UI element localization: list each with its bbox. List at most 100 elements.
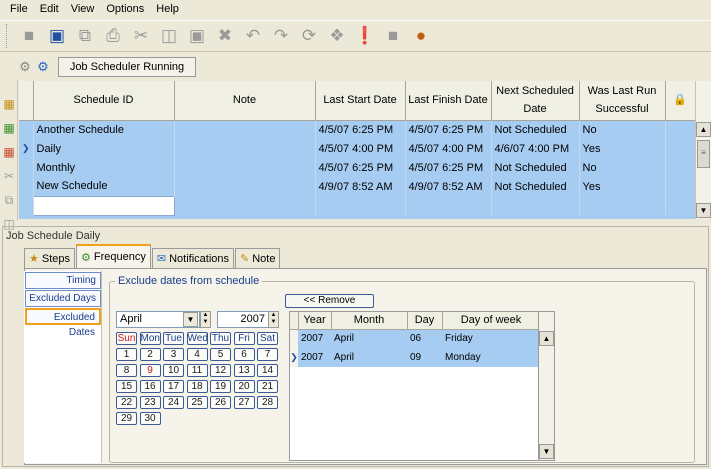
calendar-day[interactable]: 26 — [210, 396, 231, 409]
calendar-day[interactable]: 1 — [116, 348, 137, 361]
scroll-up-icon[interactable]: ▲ — [539, 331, 554, 346]
user-icon[interactable]: ● — [410, 25, 432, 47]
cut-row-icon[interactable]: ✂ — [1, 168, 17, 184]
tab-steps[interactable]: ★ Steps — [24, 248, 76, 268]
redo-icon[interactable]: ↷ — [270, 25, 292, 47]
menu-options[interactable]: Options — [100, 0, 150, 19]
undo-icon[interactable]: ↶ — [242, 25, 264, 47]
calendar-day[interactable]: 25 — [186, 396, 208, 409]
year-field[interactable]: 2007 — [217, 311, 269, 328]
cell-note[interactable] — [174, 196, 316, 215]
table-row[interactable]: 2007 April 06 Friday — [290, 329, 538, 348]
cell-next-scheduled[interactable]: Not Scheduled — [491, 158, 580, 177]
new-row[interactable] — [19, 195, 695, 216]
cell-last-finish[interactable]: 4/5/07 4:00 PM — [405, 139, 492, 158]
unlink-icon[interactable]: ❗ — [354, 25, 376, 47]
cell-month[interactable]: April — [331, 348, 407, 367]
calendar-day[interactable]: 13 — [233, 364, 255, 377]
refresh-icon[interactable]: ⟳ — [298, 25, 320, 47]
cell-note[interactable] — [174, 158, 316, 177]
tab-frequency[interactable]: ⚙ Frequency — [76, 244, 151, 268]
scroll-up-icon[interactable]: ▲ — [696, 122, 711, 137]
table-row[interactable]: Monthly 4/5/07 6:25 PM 4/5/07 6:25 PM No… — [19, 158, 695, 177]
col-year[interactable]: Year — [298, 312, 332, 330]
edit-schedule-icon[interactable]: ▦ — [1, 120, 17, 136]
table-row[interactable]: ❯ Daily 4/5/07 4:00 PM 4/5/07 4:00 PM 4/… — [19, 139, 695, 158]
menu-file[interactable]: File — [4, 0, 34, 19]
col-month[interactable]: Month — [331, 312, 408, 330]
save-icon[interactable]: ▣ — [46, 25, 68, 47]
cell-schedule-id[interactable]: Another Schedule — [33, 120, 175, 139]
cell-note[interactable] — [174, 139, 316, 158]
cell-was-successful[interactable]: No — [579, 158, 666, 177]
calendar-day[interactable]: 18 — [186, 380, 208, 393]
cell-last-finish[interactable]: 4/5/07 6:25 PM — [405, 158, 492, 177]
col-next-scheduled[interactable]: Next Scheduled Date — [491, 81, 580, 121]
settings-icon[interactable]: ■ — [382, 25, 404, 47]
col-schedule-id[interactable]: Schedule ID — [33, 81, 175, 121]
cell-was-successful[interactable] — [579, 196, 666, 215]
stop-scheduler-icon[interactable]: ⚙ — [16, 58, 34, 76]
calendar-day[interactable]: 27 — [233, 396, 255, 409]
calendar-day[interactable]: 22 — [116, 396, 137, 409]
cell-last-start[interactable]: 4/5/07 4:00 PM — [315, 139, 406, 158]
print-icon[interactable]: ⎙ — [102, 25, 124, 47]
calendar-day[interactable]: 10 — [163, 364, 184, 377]
cell-month[interactable]: April — [331, 329, 407, 348]
delete-schedule-icon[interactable]: ▦ — [1, 144, 17, 160]
cell-day[interactable]: 06 — [407, 329, 442, 348]
cell-day-of-week[interactable]: Friday — [442, 329, 538, 348]
cell-was-successful[interactable]: Yes — [579, 177, 666, 196]
new-icon[interactable]: ■ — [18, 25, 40, 47]
menu-help[interactable]: Help — [150, 0, 185, 19]
cell-next-scheduled[interactable]: Not Scheduled — [491, 177, 580, 196]
table-row[interactable]: Another Schedule 4/5/07 6:25 PM 4/5/07 6… — [19, 120, 695, 139]
col-last-finish[interactable]: Last Finish Date — [405, 81, 492, 121]
calendar-day[interactable]: 21 — [257, 380, 278, 393]
calendar-day[interactable]: 30 — [139, 412, 161, 425]
calendar-day[interactable]: 3 — [163, 348, 184, 361]
table-row[interactable]: ❯ 2007 April 09 Monday — [290, 348, 538, 367]
calendar-day-excluded[interactable]: 9 — [139, 364, 161, 377]
cell-day-of-week[interactable]: Monday — [442, 348, 538, 367]
cell-next-scheduled[interactable]: 4/6/07 4:00 PM — [491, 139, 580, 158]
new-schedule-id-input[interactable] — [32, 195, 175, 216]
cell-last-finish[interactable]: 4/9/07 8:52 AM — [405, 177, 492, 196]
remove-button[interactable]: << Remove — [285, 294, 374, 308]
calendar-day[interactable]: 4 — [186, 348, 208, 361]
col-day-of-week[interactable]: Day of week — [442, 312, 538, 330]
calendar-day[interactable]: 5 — [210, 348, 231, 361]
calendar-day[interactable]: 14 — [257, 364, 278, 377]
chevron-down-icon[interactable]: ▼ — [183, 312, 198, 327]
calendar-day[interactable]: 20 — [233, 380, 255, 393]
freq-item-excluded-days[interactable]: Excluded Days — [25, 290, 101, 307]
calendar-day[interactable]: 8 — [116, 364, 137, 377]
tab-note[interactable]: ✎ Note — [235, 248, 281, 268]
calendar-day[interactable]: 17 — [163, 380, 184, 393]
add-schedule-icon[interactable]: ▦ — [1, 96, 17, 112]
lock-icon[interactable]: 🔒 — [665, 81, 695, 121]
calendar-day[interactable]: 28 — [257, 396, 278, 409]
calendar-day[interactable]: 12 — [210, 364, 231, 377]
col-last-start[interactable]: Last Start Date — [315, 81, 406, 121]
tab-notifications[interactable]: ✉ Notifications — [151, 248, 235, 268]
scroll-thumb[interactable]: ≡ — [697, 140, 710, 168]
cell-was-successful[interactable]: No — [579, 120, 666, 139]
calendar-day[interactable]: 29 — [116, 412, 137, 425]
copy-icon[interactable]: ⧉ — [74, 25, 96, 47]
calendar-day[interactable]: 6 — [233, 348, 255, 361]
cell-last-start[interactable]: 4/5/07 6:25 PM — [315, 120, 406, 139]
col-was-successful[interactable]: Was Last Run Successful — [579, 81, 666, 121]
cell-schedule-id[interactable]: New Schedule — [33, 177, 175, 196]
cell-schedule-id[interactable]: Daily — [33, 139, 175, 158]
year-spinner[interactable]: ▲ ▼ — [268, 311, 279, 328]
calendar-day[interactable]: 23 — [139, 396, 161, 409]
calendar-day[interactable]: 7 — [257, 348, 278, 361]
calendar-day[interactable]: 11 — [186, 364, 208, 377]
menu-edit[interactable]: Edit — [34, 0, 65, 19]
scroll-down-icon[interactable]: ▼ — [539, 444, 554, 459]
freq-item-excluded-dates[interactable]: Excluded Dates — [25, 308, 101, 338]
cell-day[interactable]: 09 — [407, 348, 442, 367]
calendar-day[interactable]: 24 — [163, 396, 184, 409]
cell-next-scheduled[interactable] — [491, 196, 580, 215]
